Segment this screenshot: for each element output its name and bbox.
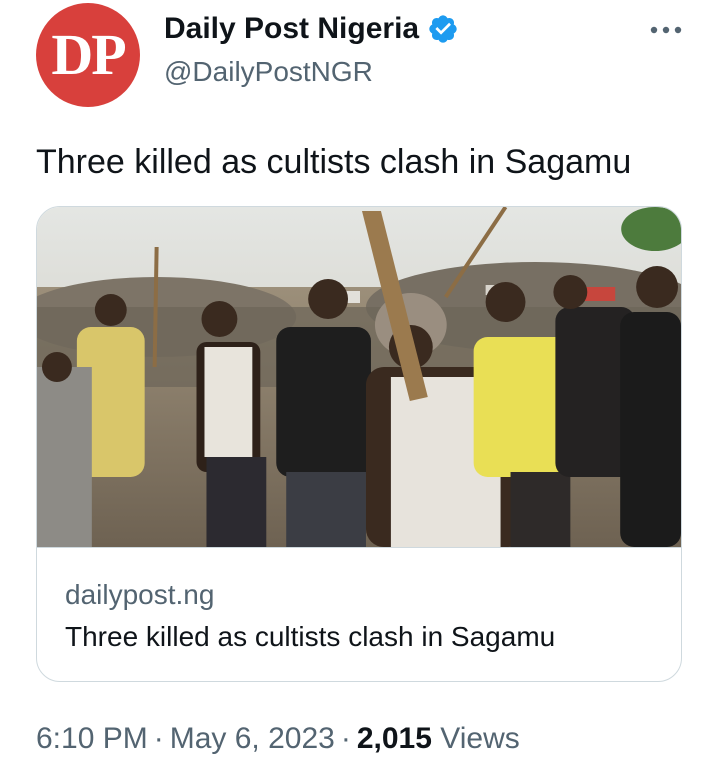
tweet-time[interactable]: 6:10 PM [36,722,148,755]
tweet-text: Three killed as cultists clash in Sagamu [36,143,632,181]
author-name-row: Daily Post Nigeria [164,12,459,46]
tweet-meta: 6:10 PM · May 6, 2023 · 2,015 Views [36,722,520,756]
avatar-logo-text: DP [51,22,126,87]
link-card-divider [37,547,681,548]
display-name[interactable]: Daily Post Nigeria [164,12,419,46]
link-card[interactable]: dailypost.ng Three killed as cultists cl… [36,206,682,682]
verified-badge-icon[interactable] [427,13,459,45]
link-card-title[interactable]: Three killed as cultists clash in Sagamu [65,621,555,653]
meta-separator: · [153,722,164,755]
tweet-date[interactable]: May 6, 2023 [170,722,335,755]
views-count[interactable]: 2,015 [357,722,432,755]
meta-separator: · [340,722,351,755]
link-card-domain[interactable]: dailypost.ng [65,579,214,611]
avatar[interactable]: DP [36,3,140,107]
more-options-icon[interactable] [648,22,684,38]
author-handle[interactable]: @DailyPostNGR [164,56,373,88]
views-label[interactable]: Views [440,722,519,755]
link-card-image[interactable] [37,207,681,547]
